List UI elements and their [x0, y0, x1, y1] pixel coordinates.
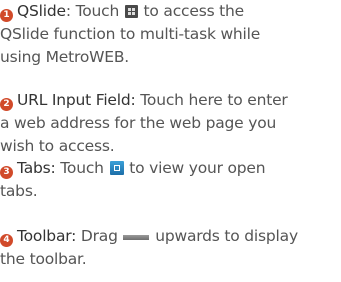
description-text: Touch [55, 159, 109, 177]
list-item-line: 4 Toolbar: Drag upwards to display [0, 225, 334, 248]
list-item-toolbar: 4 Toolbar: Drag upwards to display the to… [0, 225, 334, 271]
drag-handle-icon [123, 235, 150, 240]
term-label: Toolbar: [17, 227, 77, 245]
description-text: Touch here to enter [135, 91, 288, 109]
description-text: using MetroWEB. [0, 48, 129, 66]
description-text: tabs. [0, 182, 38, 200]
term-label: QSlide [17, 2, 66, 20]
description-text: the toolbar. [0, 250, 87, 268]
list-item-line: 1 QSlide: Touch to access the [0, 0, 334, 23]
feature-description-list: 1 QSlide: Touch to access the QSlide func… [0, 0, 341, 282]
list-item-line: 2 URL Input Field: Touch here to enter [0, 89, 334, 112]
list-item-line: 3 Tabs: Touch to view your open [0, 157, 334, 180]
number-badge: 3 [0, 166, 13, 179]
list-item-url-input-field: 2 URL Input Field: Touch here to enter a … [0, 89, 334, 158]
number-badge: 2 [0, 98, 13, 111]
description-text: to access the [138, 2, 245, 20]
term-label: URL Input Field: [17, 91, 136, 109]
list-item-tabs: 3 Tabs: Touch to view your open tabs. [0, 157, 334, 203]
description-text: to view your open [124, 159, 266, 177]
description-text: upwards to display [150, 227, 298, 245]
description-text: QSlide function to multi-task while [0, 25, 261, 43]
term-label: Tabs: [17, 159, 56, 177]
description-text: a web address for the web page you [0, 114, 277, 132]
description-text: wish to access. [0, 137, 115, 155]
qslide-icon [124, 5, 138, 18]
description-text: Drag [76, 227, 123, 245]
number-badge: 1 [0, 9, 13, 22]
description-text: Touch [70, 2, 124, 20]
list-item-qslide: 1 QSlide: Touch to access the QSlide func… [0, 0, 334, 69]
tabs-icon [109, 161, 124, 175]
number-badge: 4 [0, 234, 13, 247]
